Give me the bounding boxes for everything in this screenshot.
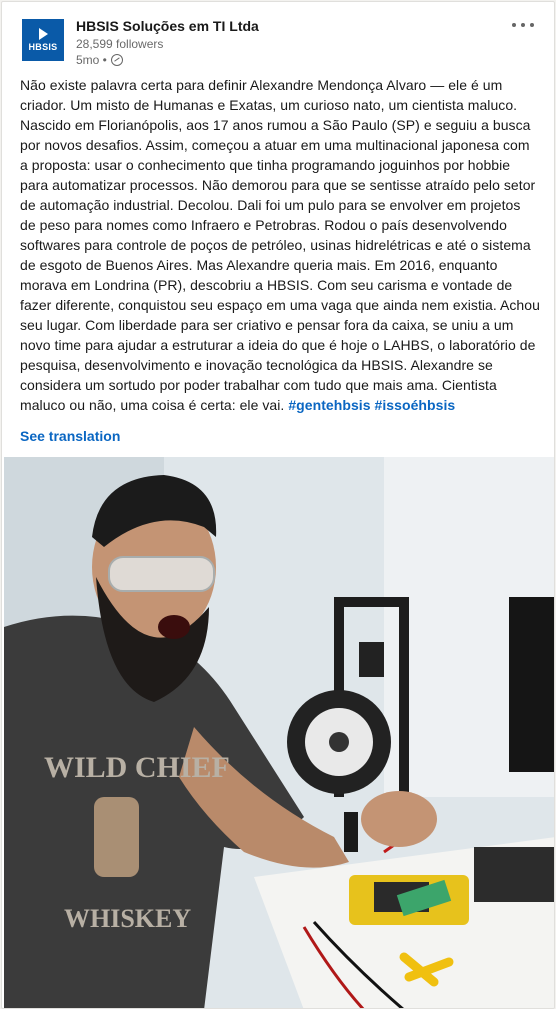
hashtag-link[interactable]: #issoéhbsis xyxy=(375,397,456,413)
logo-text: HBSIS xyxy=(28,42,58,52)
more-options-icon[interactable] xyxy=(512,18,534,32)
company-name[interactable]: HBSIS Soluções em TI Ltda xyxy=(76,18,259,34)
company-logo[interactable]: HBSIS xyxy=(22,19,64,61)
post-body: Não existe palavra certa para definir Al… xyxy=(20,75,540,415)
post-image[interactable]: WILD CHIEF WHISKEY xyxy=(4,457,554,1008)
svg-text:WHISKEY: WHISKEY xyxy=(64,904,191,933)
see-translation-button[interactable]: See translation xyxy=(20,428,120,444)
post-time: 5mo • xyxy=(76,53,107,67)
follower-count: 28,599 followers xyxy=(76,37,164,51)
svg-text:WILD CHIEF: WILD CHIEF xyxy=(44,751,230,784)
globe-icon xyxy=(110,54,123,66)
feed-post-card: HBSIS HBSIS Soluções em TI Ltda 28,599 f… xyxy=(1,1,555,1009)
play-icon xyxy=(38,28,48,40)
post-body-text: Não existe palavra certa para definir Al… xyxy=(20,77,540,413)
post-meta: 5mo • xyxy=(76,53,123,67)
post-header: HBSIS HBSIS Soluções em TI Ltda 28,599 f… xyxy=(2,2,554,72)
hashtag-link[interactable]: #gentehbsis xyxy=(288,397,370,413)
